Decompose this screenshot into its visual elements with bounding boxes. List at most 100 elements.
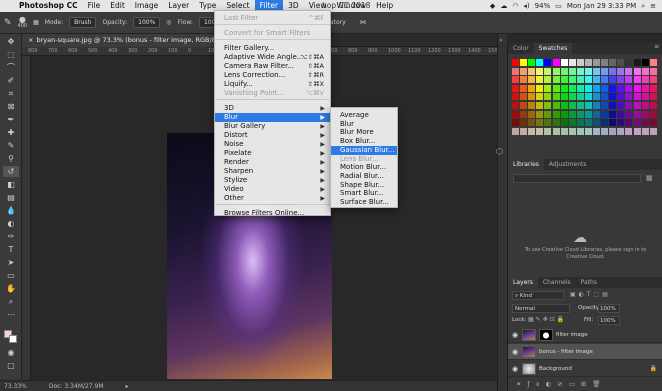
dodge-tool-icon[interactable]: ◐ — [3, 218, 19, 229]
swatch[interactable] — [633, 127, 641, 135]
doc-size[interactable]: Doc: 3.34M/27.9M — [49, 383, 104, 390]
swatch[interactable] — [641, 127, 649, 135]
swatch[interactable] — [560, 119, 568, 127]
tab-color[interactable]: Color — [508, 43, 534, 54]
swatch[interactable] — [609, 67, 617, 75]
swatch[interactable] — [609, 59, 617, 66]
swatch[interactable] — [528, 102, 536, 109]
swatch[interactable] — [520, 102, 528, 109]
swatch[interactable] — [512, 127, 519, 135]
swatch[interactable] — [584, 59, 592, 66]
menu-item-other[interactable]: Other ▶ — [215, 194, 330, 203]
tool-preset-icon[interactable]: ✎ — [4, 18, 12, 28]
swatch[interactable] — [601, 127, 609, 135]
swatch[interactable] — [568, 84, 576, 92]
swatch[interactable] — [609, 119, 617, 127]
menu-item-pixelate[interactable]: Pixelate ▶ — [215, 149, 330, 158]
swatch[interactable] — [641, 110, 649, 118]
swatch[interactable] — [633, 84, 641, 92]
menu-item-blur-gallery[interactable]: Blur Gallery ▶ — [215, 122, 330, 131]
pressure-opacity-icon[interactable]: ◎ — [166, 19, 171, 26]
swatch[interactable] — [520, 76, 528, 84]
menu-item-box-blur[interactable]: Box Blur... — [331, 137, 397, 146]
menu-item-camera-raw-filter[interactable]: Camera Raw Filter... ⇧⌘A — [215, 62, 330, 71]
swatch[interactable] — [593, 102, 600, 109]
swatch[interactable] — [633, 67, 641, 75]
swatch[interactable] — [593, 93, 600, 101]
layer-filter-icons[interactable]: ▣◐T⬚▤ — [570, 291, 611, 298]
swatch[interactable] — [576, 93, 584, 101]
marquee-tool-icon[interactable]: ⬚ — [3, 49, 19, 60]
swatch[interactable] — [552, 93, 560, 101]
screen-mode-icon[interactable]: ▢ — [3, 360, 19, 371]
swatch[interactable] — [528, 84, 536, 92]
menu-item-smart-blur[interactable]: Smart Blur... — [331, 189, 397, 198]
tab-swatches[interactable]: Swatches — [533, 43, 573, 54]
opacity-field[interactable]: 100% — [133, 17, 161, 28]
swatch[interactable] — [512, 84, 519, 92]
swatch[interactable] — [601, 93, 609, 101]
swatch[interactable] — [617, 127, 625, 135]
swatch[interactable] — [536, 102, 544, 109]
swatch[interactable] — [625, 76, 633, 84]
swatch[interactable] — [633, 93, 641, 101]
swatch[interactable] — [568, 119, 576, 127]
swatch[interactable] — [560, 127, 568, 135]
swatch[interactable] — [633, 59, 641, 66]
swatch[interactable] — [649, 110, 657, 118]
swatch[interactable] — [649, 84, 657, 92]
more-tools-icon[interactable]: ⋯ — [3, 309, 19, 320]
swatch[interactable] — [609, 102, 617, 109]
swatch[interactable] — [544, 102, 552, 109]
swatch[interactable] — [649, 119, 657, 127]
swatch[interactable] — [617, 102, 625, 109]
swatch[interactable] — [584, 93, 592, 101]
swatch[interactable] — [625, 119, 633, 127]
swatch[interactable] — [528, 67, 536, 75]
type-tool-icon[interactable]: T — [3, 244, 19, 255]
swatch[interactable] — [552, 67, 560, 75]
swatch[interactable] — [576, 84, 584, 92]
menu-file[interactable]: File — [83, 0, 106, 12]
swatch[interactable] — [576, 67, 584, 75]
menu-item-filter-gallery[interactable]: Filter Gallery... — [215, 44, 330, 53]
app-menu[interactable]: Photoshop CC — [14, 0, 83, 12]
swatch[interactable] — [536, 59, 544, 66]
swatch[interactable] — [528, 59, 536, 66]
lock-icons[interactable]: ▦✎✥⊡🔒 — [528, 316, 566, 323]
swatch[interactable] — [625, 67, 633, 75]
tab-libraries[interactable]: Libraries — [508, 159, 544, 170]
swatch[interactable] — [649, 67, 657, 75]
swatch[interactable] — [560, 110, 568, 118]
path-select-tool-icon[interactable]: ➤ — [3, 257, 19, 268]
swatch[interactable] — [649, 102, 657, 109]
swatch[interactable] — [512, 67, 519, 75]
wifi-icon[interactable]: ◠ — [512, 2, 518, 10]
tab-channels[interactable]: Channels — [538, 277, 576, 288]
swatch[interactable] — [520, 84, 528, 92]
swatch[interactable] — [512, 102, 519, 109]
swatch[interactable] — [536, 84, 544, 92]
menu-item-blur-more[interactable]: Blur More — [331, 128, 397, 137]
background-color-swatch[interactable] — [9, 335, 17, 343]
visibility-eye-icon[interactable]: ◉ — [508, 365, 522, 373]
blend-mode-select[interactable]: Normal — [512, 304, 570, 313]
menu-item-average[interactable]: Average — [331, 111, 397, 120]
menu-item-render[interactable]: Render ▶ — [215, 158, 330, 167]
swatch[interactable] — [625, 127, 633, 135]
swatch[interactable] — [568, 110, 576, 118]
menu-item-sharpen[interactable]: Sharpen ▶ — [215, 167, 330, 176]
swatch[interactable] — [617, 59, 625, 66]
swatch[interactable] — [560, 84, 568, 92]
swatch[interactable] — [568, 76, 576, 84]
swatch[interactable] — [641, 93, 649, 101]
layers-footer-icons[interactable]: ⚭ƒx◐⊘▭⊞🗑 — [516, 380, 607, 388]
zoom-tool-icon[interactable]: ⌕ — [3, 296, 19, 307]
swatch[interactable] — [544, 76, 552, 84]
layer-fill-field[interactable]: 100% — [598, 316, 620, 325]
swatch[interactable] — [625, 84, 633, 92]
cube-icon[interactable]: ⬡ — [496, 147, 503, 156]
swatch[interactable] — [568, 93, 576, 101]
hand-tool-icon[interactable]: ✋ — [3, 283, 19, 294]
menu-item-blur[interactable]: Blur — [331, 120, 397, 129]
